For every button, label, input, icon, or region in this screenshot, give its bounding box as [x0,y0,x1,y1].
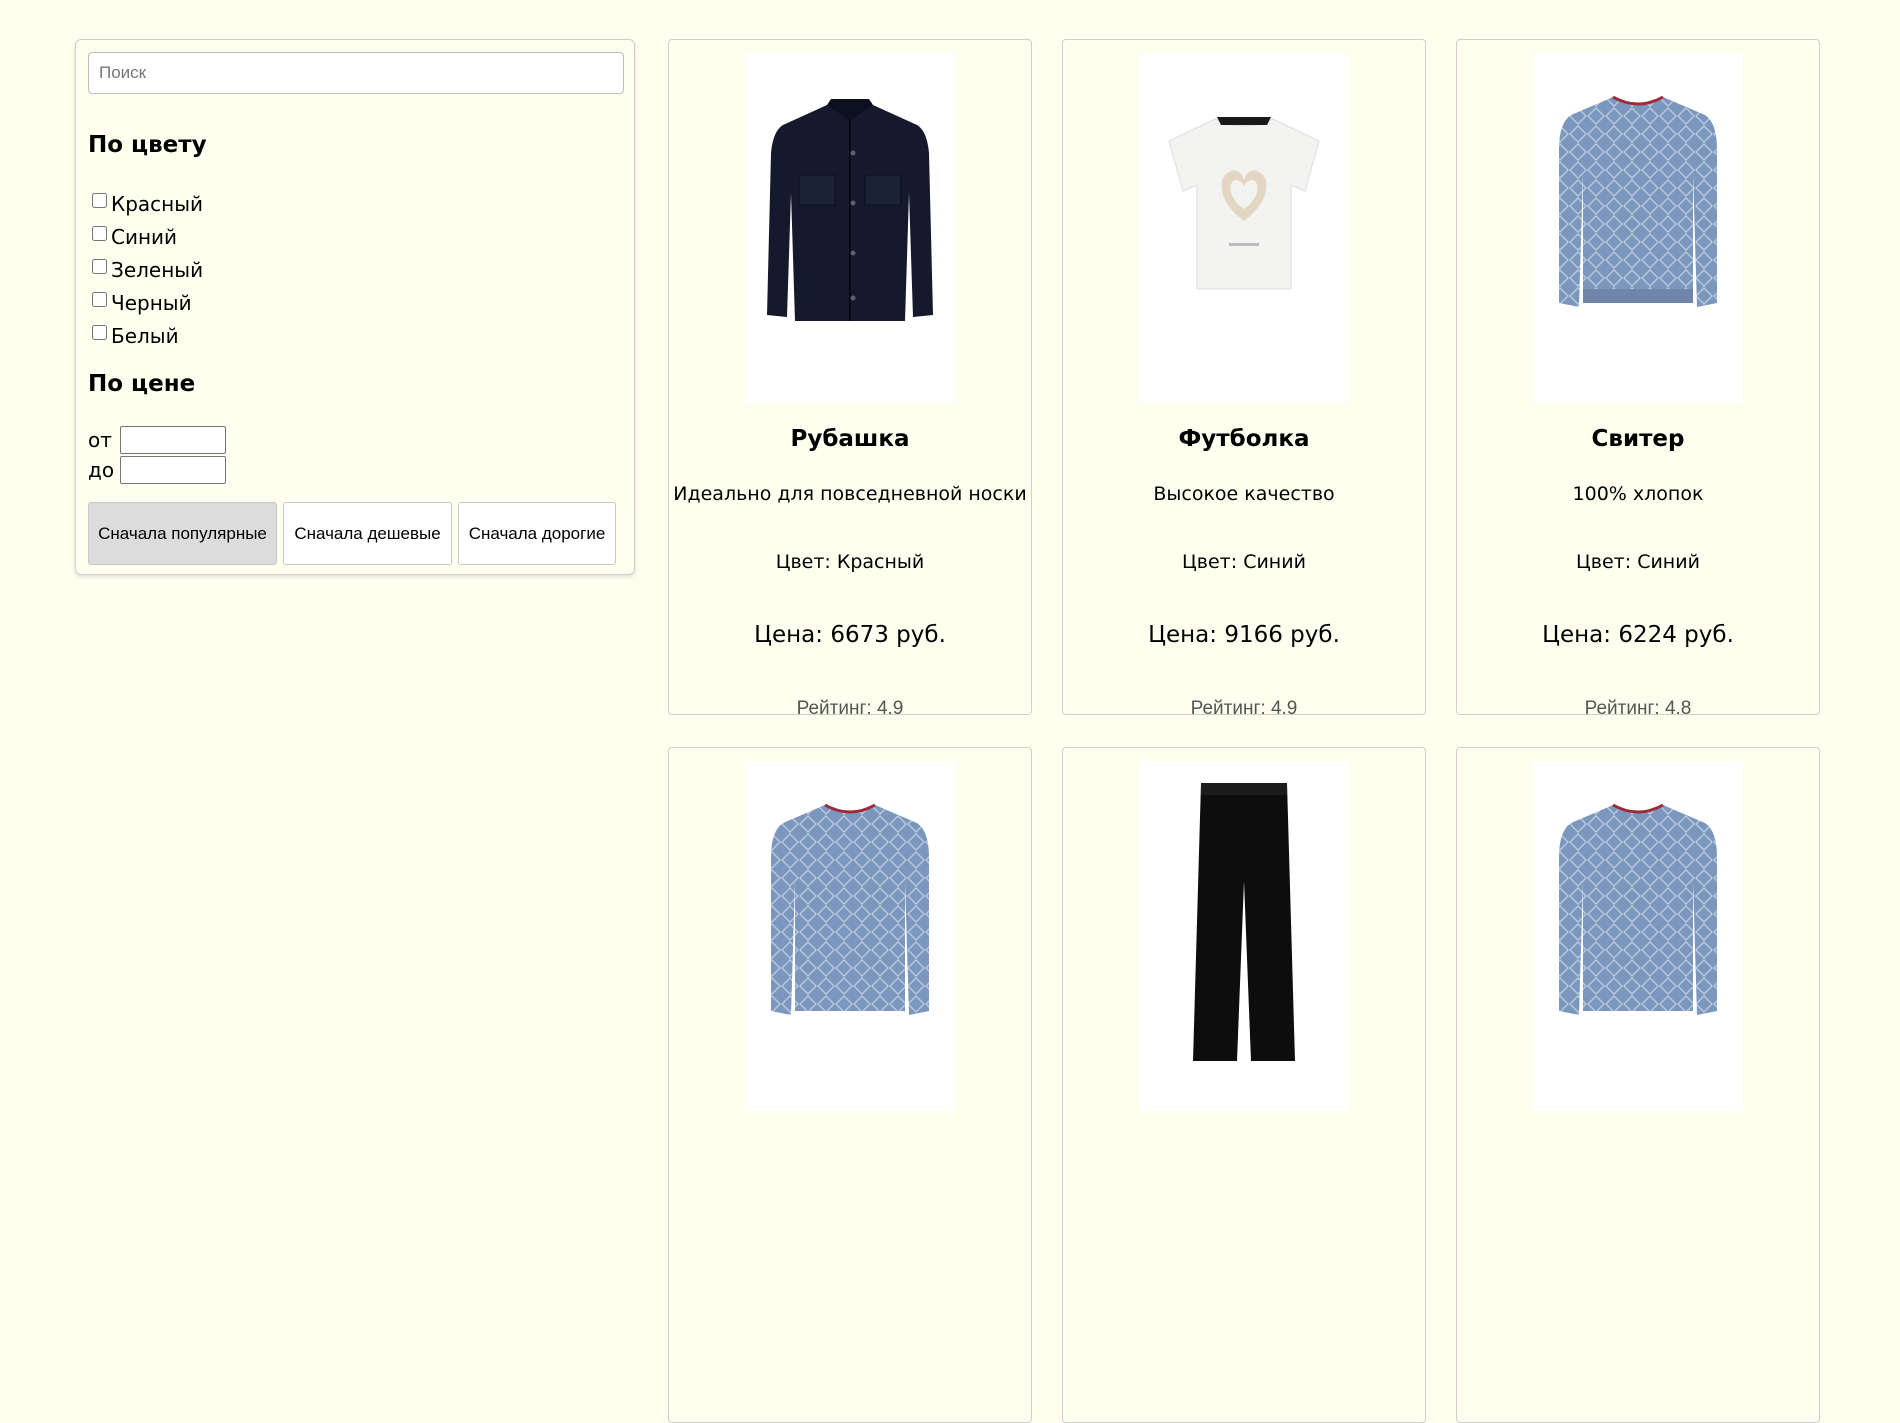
color-option-label: Красный [111,191,204,216]
product-image-sweater [1533,761,1743,1111]
product-description: Идеально для повседневной носки [673,483,1027,505]
color-checkbox-red[interactable] [92,193,107,208]
price-to-row: до [88,456,226,484]
color-option-green[interactable]: Зеленый [88,253,203,286]
product-name: Свитер [1591,426,1685,452]
color-option-label: Зеленый [111,257,204,282]
price-from-input[interactable] [120,426,226,454]
product-card[interactable] [668,747,1032,1423]
search-input[interactable] [88,52,624,94]
product-image-tshirt [1139,53,1349,403]
product-price: Цена: 9166 руб. [1148,622,1340,648]
product-card[interactable] [1062,747,1426,1423]
product-color: Цвет: Синий [1182,551,1306,573]
price-to-input[interactable] [120,456,226,484]
color-filter-list: Красный Синий Зеленый Черный Белый [88,187,203,352]
product-rating: Рейтинг: 4.9 [796,698,904,719]
color-option-white[interactable]: Белый [88,319,203,352]
color-option-blue[interactable]: Синий [88,220,203,253]
color-filter-title: По цвету [88,132,207,158]
color-checkbox-green[interactable] [92,259,107,274]
price-from-label: от [88,428,112,452]
product-rating: Рейтинг: 4.9 [1190,698,1298,719]
price-from-row: от [88,426,226,454]
product-name: Футболка [1178,426,1310,452]
product-image-sweater [745,761,955,1111]
color-option-label: Черный [111,290,192,315]
filter-panel: По цвету Красный Синий Зеленый Черный Бе… [75,39,635,575]
product-color: Цвет: Синий [1576,551,1700,573]
product-card[interactable]: Свитер 100% хлопок Цвет: Синий Цена: 622… [1456,39,1820,719]
product-image-sweater [1533,53,1743,403]
product-price: Цена: 6673 руб. [754,622,946,648]
color-option-label: Синий [111,224,178,249]
color-option-label: Белый [111,323,179,348]
color-checkbox-blue[interactable] [92,226,107,241]
color-option-red[interactable]: Красный [88,187,203,220]
product-image-trousers [1139,761,1349,1111]
price-to-label: до [88,458,115,482]
sort-cheap-button[interactable]: Сначала дешевые [283,502,452,565]
product-price: Цена: 6224 руб. [1542,622,1734,648]
color-option-black[interactable]: Черный [88,286,203,319]
product-description: Высокое качество [1153,483,1335,505]
price-filter-title: По цене [88,371,196,397]
product-rating: Рейтинг: 4.8 [1584,698,1692,719]
product-description: 100% хлопок [1572,483,1704,505]
product-image-shirt [745,53,955,403]
color-checkbox-white[interactable] [92,325,107,340]
product-card[interactable] [1456,747,1820,1423]
sort-popular-button[interactable]: Сначала популярные [88,502,277,565]
sort-expensive-button[interactable]: Сначала дорогие [458,502,616,565]
product-card[interactable]: Футболка Высокое качество Цвет: Синий Це… [1062,39,1426,719]
product-card[interactable]: Рубашка Идеально для повседневной носки … [668,39,1032,719]
product-color: Цвет: Красный [775,551,925,573]
product-name: Рубашка [790,426,910,452]
color-checkbox-black[interactable] [92,292,107,307]
